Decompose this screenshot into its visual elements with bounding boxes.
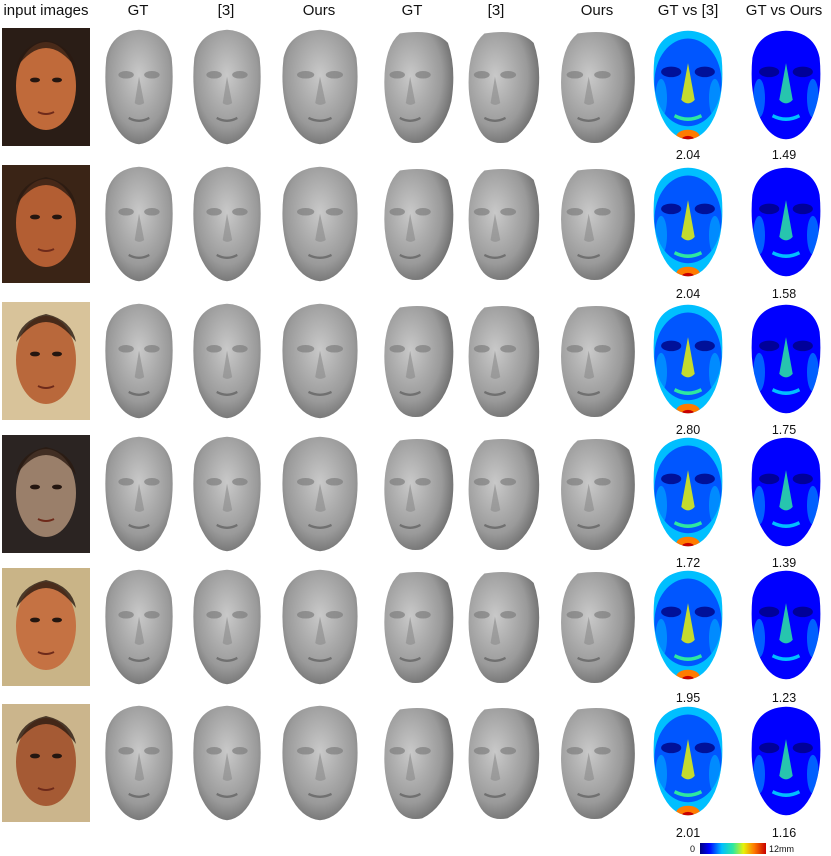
error-value-ours: 1.16 [771,826,797,840]
gt-frontal-render [96,433,182,555]
input-face-photo [2,704,90,822]
ours-frontal-render [272,433,368,555]
header-gt-vs-ours: GT vs Ours [745,2,823,19]
ours-side-render [550,163,642,285]
gt-side-render [374,702,460,824]
ours-frontal-render [272,566,368,688]
gt-vs-ours-error-map [744,28,828,142]
colorbar-max-label: 12mm [769,844,795,854]
input-face-photo [2,165,90,283]
gt-vs-ref3-error-map [646,704,730,818]
header-gt-frontal: GT [127,2,149,19]
error-colorbar [700,843,766,854]
ref3-side-render [458,163,546,285]
ours-frontal-render [272,26,368,148]
gt-side-render [374,26,460,148]
gt-side-render [374,163,460,285]
error-value-ours: 1.23 [771,691,797,705]
gt-frontal-render [96,163,182,285]
ref3-side-render [458,433,546,555]
error-value-ref3: 2.01 [675,826,701,840]
input-face-photo [2,435,90,553]
ours-frontal-render [272,163,368,285]
gt-frontal-render [96,300,182,422]
error-value-ours: 1.75 [771,423,797,437]
gt-vs-ours-error-map [744,568,828,682]
ours-side-render [550,566,642,688]
error-value-ours: 1.49 [771,148,797,162]
ref3-frontal-render [184,702,270,824]
input-face-photo [2,568,90,686]
ref3-side-render [458,300,546,422]
ours-side-render [550,702,642,824]
gt-frontal-render [96,566,182,688]
ours-frontal-render [272,702,368,824]
input-face-photo [2,302,90,420]
gt-vs-ref3-error-map [646,302,730,416]
gt-vs-ours-error-map [744,435,828,549]
error-value-ref3: 1.72 [675,556,701,570]
ours-frontal-render [272,300,368,422]
colorbar-min-label: 0 [690,844,696,854]
header-ours-frontal: Ours [302,2,336,19]
gt-side-render [374,300,460,422]
ours-side-render [550,433,642,555]
gt-vs-ours-error-map [744,165,828,279]
ref3-frontal-render [184,300,270,422]
gt-vs-ref3-error-map [646,435,730,549]
gt-side-render [374,566,460,688]
ours-side-render [550,300,642,422]
gt-frontal-render [96,26,182,148]
header-gt-side: GT [401,2,423,19]
ref3-frontal-render [184,433,270,555]
ours-side-render [550,26,642,148]
header-input-images: input images [3,2,89,19]
gt-vs-ours-error-map [744,302,828,416]
error-value-ref3: 2.04 [675,148,701,162]
gt-vs-ours-error-map [744,704,828,818]
ref3-side-render [458,566,546,688]
error-value-ref3: 1.95 [675,691,701,705]
ref3-frontal-render [184,566,270,688]
gt-vs-ref3-error-map [646,28,730,142]
ref3-side-render [458,26,546,148]
ref3-frontal-render [184,163,270,285]
header-ref3-frontal: [3] [217,2,235,19]
header-gt-vs-ref3: GT vs [3] [657,2,719,19]
gt-side-render [374,433,460,555]
gt-vs-ref3-error-map [646,568,730,682]
header-ref3-side: [3] [487,2,505,19]
ref3-side-render [458,702,546,824]
error-value-ref3: 2.80 [675,423,701,437]
header-ours-side: Ours [580,2,614,19]
ref3-frontal-render [184,26,270,148]
error-value-ours: 1.39 [771,556,797,570]
input-face-photo [2,28,90,146]
gt-vs-ref3-error-map [646,165,730,279]
gt-frontal-render [96,702,182,824]
error-value-ours: 1.58 [771,287,797,301]
error-value-ref3: 2.04 [675,287,701,301]
